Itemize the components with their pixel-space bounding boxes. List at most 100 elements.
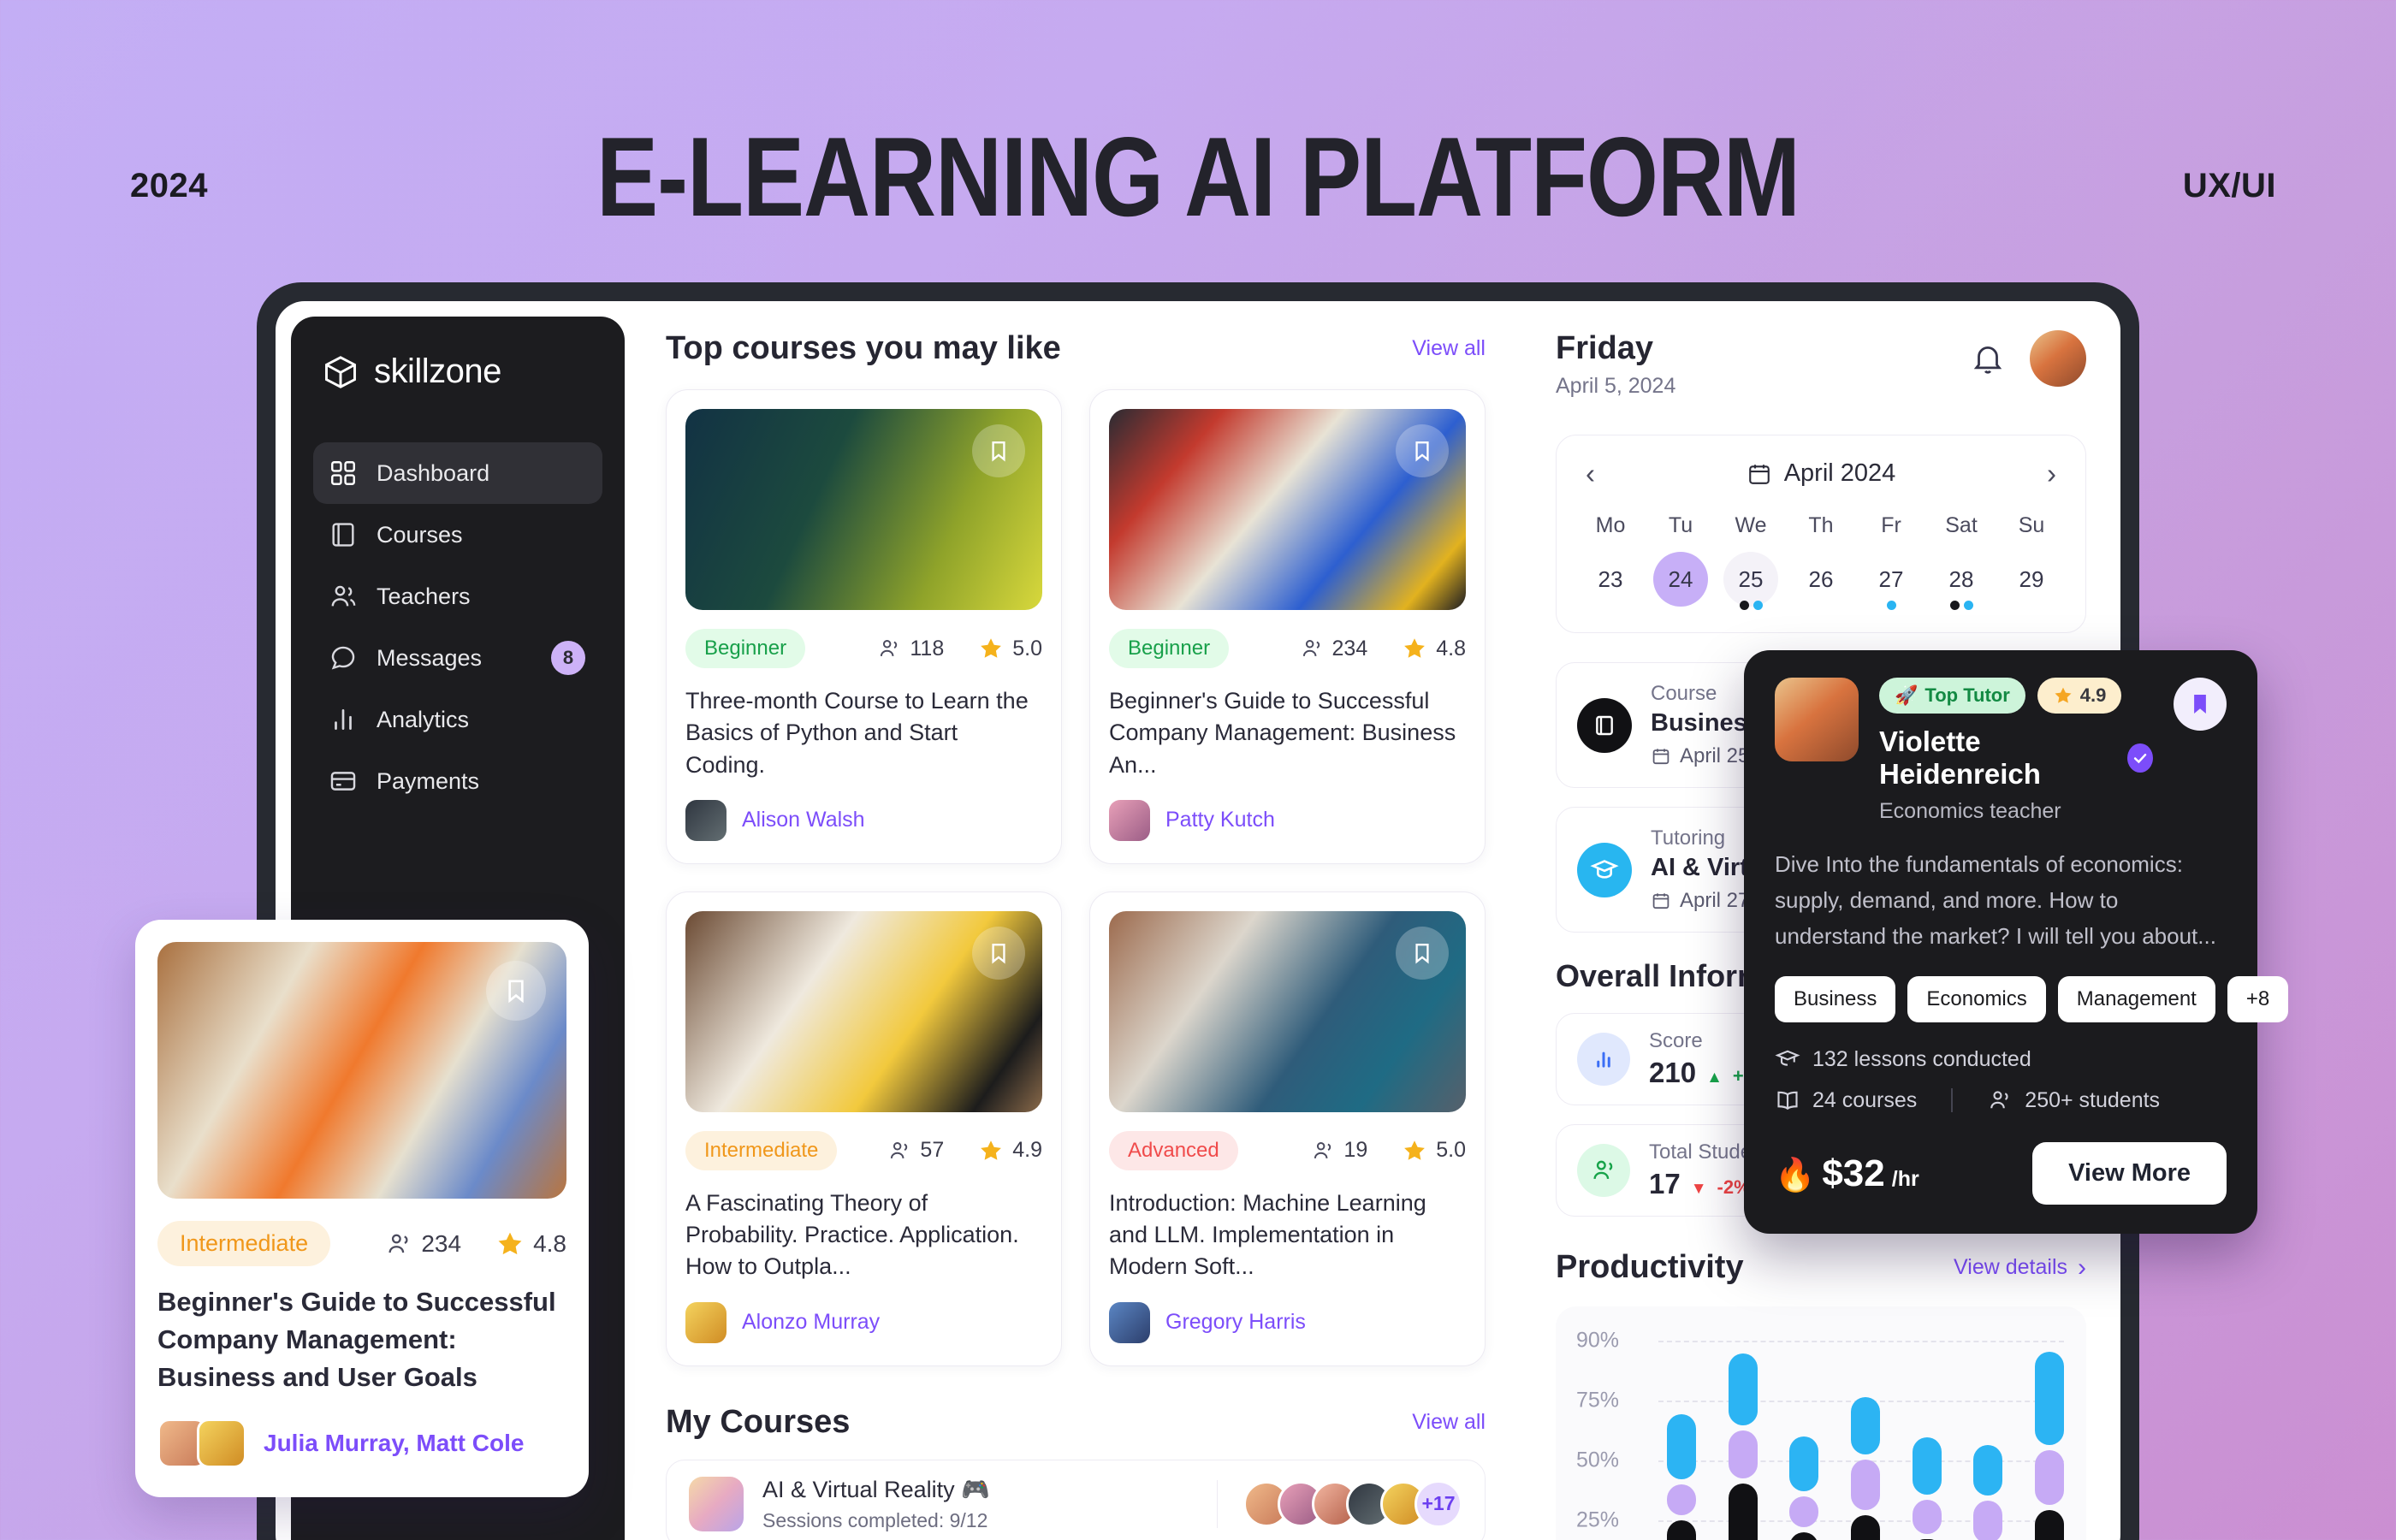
stat-icon-wrap	[1577, 1033, 1630, 1086]
card-icon	[330, 772, 356, 791]
tag-chip[interactable]: Business	[1775, 976, 1896, 1023]
bar-group[interactable]	[1667, 1329, 1696, 1540]
y-tick-label: 90%	[1576, 1328, 1620, 1353]
course-meta: Beginner 234 4.8	[1109, 629, 1466, 668]
students-count: 57	[920, 1138, 945, 1163]
dow-label: Mo	[1595, 513, 1626, 537]
bookmark-icon	[1415, 441, 1429, 462]
author-name: Alonzo Murray	[742, 1310, 881, 1334]
dow-label: We	[1735, 513, 1767, 537]
top-courses-view-all[interactable]: View all	[1412, 336, 1486, 361]
calendar-day[interactable]: 23	[1575, 552, 1646, 607]
event-dots	[1716, 601, 1786, 610]
dow-label: Su	[2018, 513, 2045, 537]
bar-group[interactable]	[1973, 1329, 2003, 1540]
bookmark-button[interactable]	[1396, 926, 1449, 980]
bar-group[interactable]	[2034, 1329, 2064, 1540]
trend-down-icon: ▼	[1690, 1180, 1707, 1198]
sidebar-item-teachers[interactable]: Teachers	[313, 566, 602, 627]
grid-icon	[331, 461, 355, 485]
students-count: 234	[421, 1229, 462, 1257]
course-icon	[689, 1476, 744, 1531]
rating-value: 4.8	[1436, 636, 1466, 660]
sidebar-item-analytics[interactable]: Analytics	[313, 689, 602, 750]
course-author[interactable]: Gregory Harris	[1109, 1301, 1466, 1343]
sidebar-item-dashboard[interactable]: Dashboard	[313, 442, 602, 504]
bookmark-button[interactable]	[2174, 678, 2227, 731]
calendar-day[interactable]: 29	[1996, 552, 2067, 607]
chart-title: Productivity	[1556, 1249, 1744, 1285]
author-names: Julia Murray, Matt Cole	[264, 1430, 525, 1457]
course-authors[interactable]: Julia Murray, Matt Cole	[157, 1419, 566, 1469]
course-card[interactable]: Advanced 19 5.0 Introduction: Machine Le…	[1089, 891, 1486, 1366]
my-courses-view-all[interactable]: View all	[1412, 1410, 1486, 1435]
calendar-month: April 2024	[1747, 459, 1895, 488]
my-courses-section: My Courses View all AI & Virtual Reality…	[666, 1404, 1521, 1540]
bar-group[interactable]	[1912, 1329, 1942, 1540]
bar-group[interactable]	[1728, 1329, 1758, 1540]
calendar-day-selected[interactable]: 24	[1646, 552, 1716, 607]
sidebar-item-messages[interactable]: Messages 8	[313, 627, 602, 689]
bar-group[interactable]	[1850, 1329, 1880, 1540]
bookmark-button[interactable]	[972, 424, 1025, 477]
price-amount: $32	[1822, 1152, 1885, 1194]
sidebar-item-payments[interactable]: Payments	[313, 750, 602, 812]
participant-stack[interactable]: +17	[1217, 1479, 1462, 1528]
calendar-day[interactable]: 27	[1856, 552, 1926, 610]
floating-course-card[interactable]: Intermediate 234 4.8 Beginner's Guide to…	[135, 920, 589, 1498]
graduation-cap-icon	[1590, 859, 1619, 879]
course-thumbnail	[157, 942, 566, 1199]
bookmark-button[interactable]	[972, 926, 1025, 980]
bell-icon[interactable]	[1970, 341, 2006, 376]
star-icon	[981, 638, 1002, 658]
level-badge: Advanced	[1109, 1130, 1238, 1170]
calendar-day[interactable]: 26	[1786, 552, 1856, 607]
tutor-popup-card[interactable]: 🚀 Top Tutor 4.9 Violette Heidenreich Eco…	[1744, 650, 2289, 1235]
bookmark-button[interactable]	[486, 961, 546, 1021]
brand: skillzone	[313, 352, 602, 391]
users-icon	[1990, 1091, 2008, 1109]
course-card[interactable]: Intermediate 57 4.9 A Fascinating Theory…	[666, 891, 1062, 1366]
students-stat: 19	[1311, 1138, 1367, 1163]
course-author[interactable]: Alison Walsh	[685, 799, 1042, 841]
book-icon	[1596, 715, 1613, 735]
calendar-day[interactable]: 25	[1716, 552, 1786, 610]
tag-chip[interactable]: Management	[2057, 976, 2215, 1023]
view-details-button[interactable]: View details ›	[1954, 1253, 2086, 1282]
tag-chip[interactable]: Economics	[1907, 976, 2046, 1023]
sidebar-item-courses[interactable]: Courses	[313, 504, 602, 566]
bar-group[interactable]	[1789, 1329, 1819, 1540]
course-author[interactable]: Alonzo Murray	[685, 1301, 1042, 1343]
section-title: Top courses you may like	[666, 330, 1061, 366]
rocket-icon: 🚀	[1895, 684, 1919, 706]
chart-bars	[1667, 1329, 2064, 1540]
view-more-button[interactable]: View More	[2032, 1142, 2227, 1205]
course-author[interactable]: Patty Kutch	[1109, 799, 1466, 841]
course-card[interactable]: Beginner 234 4.8 Beginner's Guide to Suc…	[1089, 389, 1486, 864]
calendar-prev-button[interactable]: ‹	[1586, 459, 1595, 488]
open-book-icon	[1777, 1092, 1798, 1111]
users-icon	[1314, 1141, 1331, 1158]
sessions-progress: Sessions completed: 9/12	[762, 1508, 988, 1531]
level-badge: Beginner	[1109, 629, 1230, 668]
calendar-day[interactable]: 28	[1926, 552, 1996, 610]
course-card[interactable]: Beginner 118 5.0 Three-month Course to L…	[666, 389, 1062, 864]
day-number: 23	[1598, 566, 1623, 592]
day-number: 28	[1948, 566, 1974, 592]
bookmark-button[interactable]	[1396, 424, 1449, 477]
author-name: Gregory Harris	[1165, 1310, 1306, 1334]
level-badge: Beginner	[685, 629, 806, 668]
dow-label: Tu	[1668, 513, 1693, 537]
level-badge: Intermediate	[685, 1130, 838, 1170]
list-item[interactable]: AI & Virtual Reality 🎮 Sessions complete…	[666, 1459, 1486, 1540]
divider	[1951, 1088, 1954, 1113]
course-thumbnail	[1109, 409, 1466, 610]
dow-label: Fr	[1881, 513, 1901, 537]
dow-label: Sat	[1945, 513, 1978, 537]
avatar[interactable]	[2030, 330, 2086, 387]
schedule-icon-wrap	[1577, 842, 1632, 897]
rail-actions	[1970, 330, 2086, 387]
calendar-next-button[interactable]: ›	[2047, 459, 2056, 488]
tag-chip-more[interactable]: +8	[2227, 976, 2289, 1023]
lessons-stat: 132 lessons conducted	[1775, 1046, 2227, 1072]
